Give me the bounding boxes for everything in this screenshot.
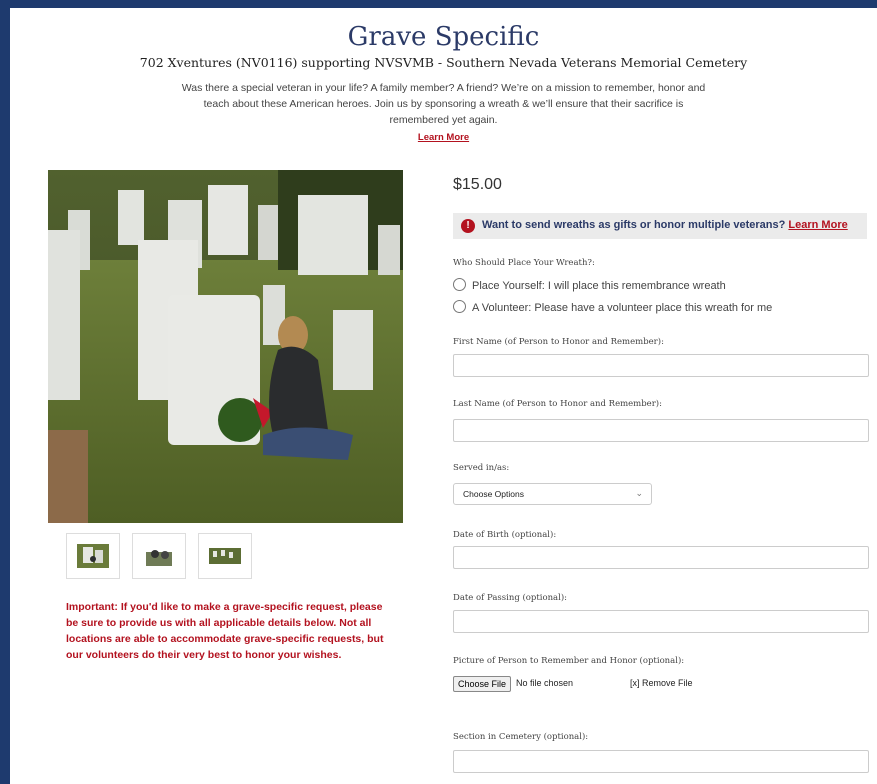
thumbnail-1[interactable] bbox=[66, 533, 120, 579]
radio-label: A Volunteer: Please have a volunteer pla… bbox=[472, 302, 773, 314]
product-page: Grave Specific 702 Xventures (NV0116) su… bbox=[10, 8, 877, 784]
last-name-label: Last Name (of Person to Honor and Rememb… bbox=[453, 399, 662, 409]
picture-label: Picture of Person to Remember and Honor … bbox=[453, 656, 685, 666]
learn-more-link[interactable]: Learn More bbox=[10, 132, 877, 143]
chevron-down-icon: ⌄ bbox=[635, 488, 643, 498]
thumbnail-image bbox=[77, 544, 109, 568]
cemetery-photo bbox=[48, 170, 403, 523]
product-price: $15.00 bbox=[453, 176, 502, 193]
radio-circle[interactable] bbox=[453, 278, 466, 291]
info-icon: ! bbox=[461, 219, 475, 233]
thumbnail-3[interactable] bbox=[198, 533, 252, 579]
notice-text: Want to send wreaths as gifts or honor m… bbox=[482, 219, 786, 231]
page-title: Grave Specific bbox=[347, 22, 540, 52]
radio-label: Place Yourself: I will place this rememb… bbox=[472, 280, 726, 292]
served-select-value: Choose Options bbox=[463, 489, 524, 499]
section-field[interactable] bbox=[453, 750, 869, 773]
choose-file-button[interactable]: Choose File bbox=[453, 676, 512, 692]
who-places-label: Who Should Place Your Wreath?: bbox=[453, 258, 595, 268]
dop-field[interactable] bbox=[453, 610, 869, 633]
dop-label: Date of Passing (optional): bbox=[453, 593, 568, 603]
dob-label: Date of Birth (optional): bbox=[453, 530, 557, 540]
radio-volunteer[interactable]: A Volunteer: Please have a volunteer pla… bbox=[453, 300, 772, 314]
notice-learn-more-link[interactable]: Learn More bbox=[788, 219, 847, 231]
file-status: No file chosen bbox=[516, 678, 574, 688]
notice-text-wrap: Want to send wreaths as gifts or honor m… bbox=[482, 219, 848, 231]
remove-file-link[interactable]: [x] Remove File bbox=[630, 678, 693, 688]
thumbnail-2[interactable] bbox=[132, 533, 186, 579]
gift-notice: ! Want to send wreaths as gifts or honor… bbox=[453, 213, 867, 239]
page-subtitle: 702 Xventures (NV0116) supporting NVSVMB… bbox=[139, 55, 748, 70]
last-name-field[interactable] bbox=[453, 419, 869, 442]
radio-circle[interactable] bbox=[453, 300, 466, 313]
radio-place-yourself[interactable]: Place Yourself: I will place this rememb… bbox=[453, 278, 726, 292]
section-label: Section in Cemetery (optional): bbox=[453, 732, 589, 742]
thumbnail-image bbox=[209, 548, 241, 564]
product-image[interactable] bbox=[48, 170, 403, 523]
first-name-label: First Name (of Person to Honor and Remem… bbox=[453, 337, 664, 347]
important-note: Important: If you'd like to make a grave… bbox=[66, 601, 384, 661]
first-name-field[interactable] bbox=[453, 354, 869, 377]
intro-text: Was there a special veteran in your life… bbox=[181, 82, 706, 126]
served-select[interactable]: Choose Options ⌄ bbox=[453, 483, 652, 505]
served-label: Served in/as: bbox=[453, 463, 510, 473]
thumbnail-image bbox=[143, 544, 175, 568]
dob-field[interactable] bbox=[453, 546, 869, 569]
